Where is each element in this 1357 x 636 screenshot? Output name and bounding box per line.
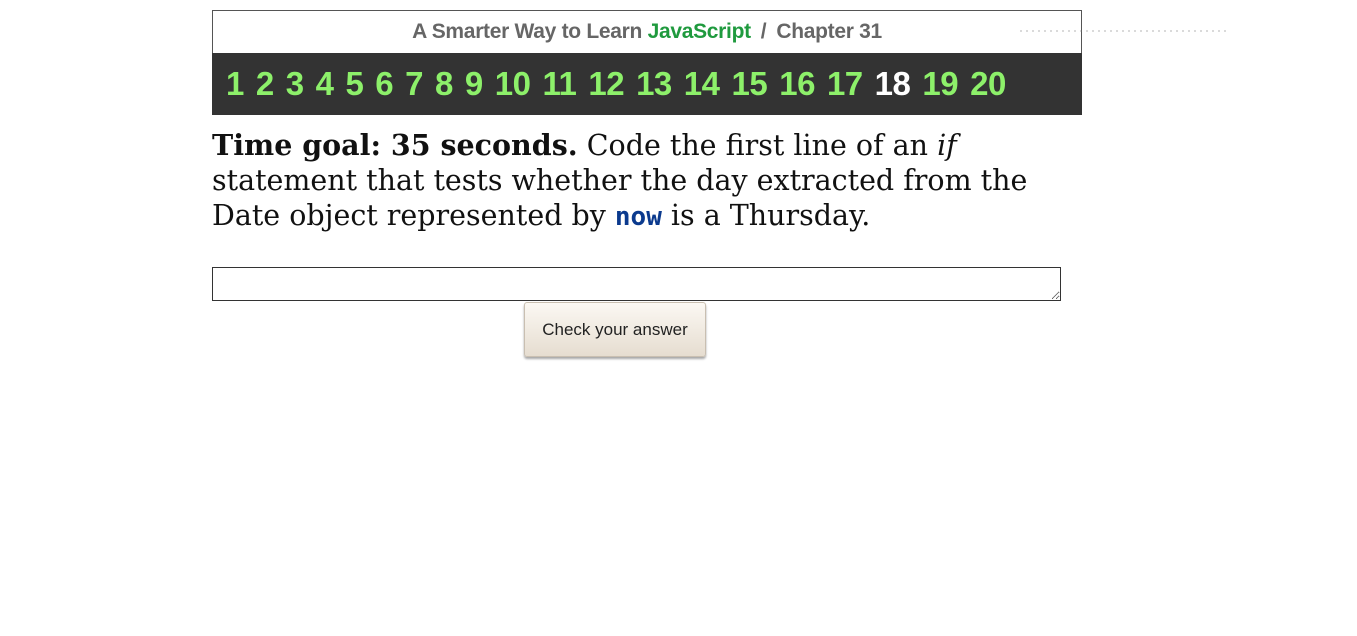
question-part-1: Code the first line of an bbox=[577, 129, 938, 162]
question-part-3: is a Thursday. bbox=[661, 199, 871, 232]
header-chapter: Chapter 31 bbox=[776, 20, 882, 43]
exercise-link-10[interactable]: 10 bbox=[495, 65, 531, 103]
exercise-link-4[interactable]: 4 bbox=[316, 65, 334, 103]
question-text: Time goal: 35 seconds. Code the first li… bbox=[212, 128, 1042, 235]
exercise-link-16[interactable]: 16 bbox=[779, 65, 815, 103]
exercise-link-3[interactable]: 3 bbox=[286, 65, 304, 103]
question-code: now bbox=[614, 202, 662, 232]
exercise-link-12[interactable]: 12 bbox=[588, 65, 624, 103]
dotted-divider bbox=[1018, 30, 1228, 32]
exercise-link-13[interactable]: 13 bbox=[636, 65, 672, 103]
check-answer-button[interactable]: Check your answer bbox=[524, 302, 706, 357]
header-separator: / bbox=[760, 20, 767, 43]
exercise-link-20[interactable]: 20 bbox=[970, 65, 1006, 103]
time-goal: Time goal: 35 seconds. bbox=[212, 128, 578, 162]
exercise-nav: 1 2 3 4 5 6 7 8 9 10 11 12 13 14 15 16 17 18 19 20 bbox=[212, 53, 1082, 115]
exercise-link-2[interactable]: 2 bbox=[256, 65, 274, 103]
exercise-link-9[interactable]: 9 bbox=[465, 65, 483, 103]
exercise-link-11[interactable]: 11 bbox=[542, 65, 576, 103]
exercise-link-7[interactable]: 7 bbox=[405, 65, 423, 103]
exercise-link-15[interactable]: 15 bbox=[732, 65, 768, 103]
question-keyword: if bbox=[937, 129, 957, 162]
header-title-prefix: A Smarter Way to Learn bbox=[412, 20, 648, 43]
header-title-brand: JavaScript bbox=[647, 20, 752, 43]
exercise-link-19[interactable]: 19 bbox=[922, 65, 958, 103]
exercise-link-18[interactable]: 18 bbox=[875, 65, 911, 103]
exercise-link-8[interactable]: 8 bbox=[435, 65, 453, 103]
exercise-link-1[interactable]: 1 bbox=[226, 65, 244, 103]
exercise-link-6[interactable]: 6 bbox=[375, 65, 393, 103]
answer-input[interactable] bbox=[212, 267, 1061, 301]
chapter-header: A Smarter Way to Learn JavaScript / Chap… bbox=[212, 10, 1082, 53]
exercise-link-14[interactable]: 14 bbox=[684, 65, 720, 103]
exercise-link-17[interactable]: 17 bbox=[827, 65, 863, 103]
exercise-link-5[interactable]: 5 bbox=[345, 65, 363, 103]
